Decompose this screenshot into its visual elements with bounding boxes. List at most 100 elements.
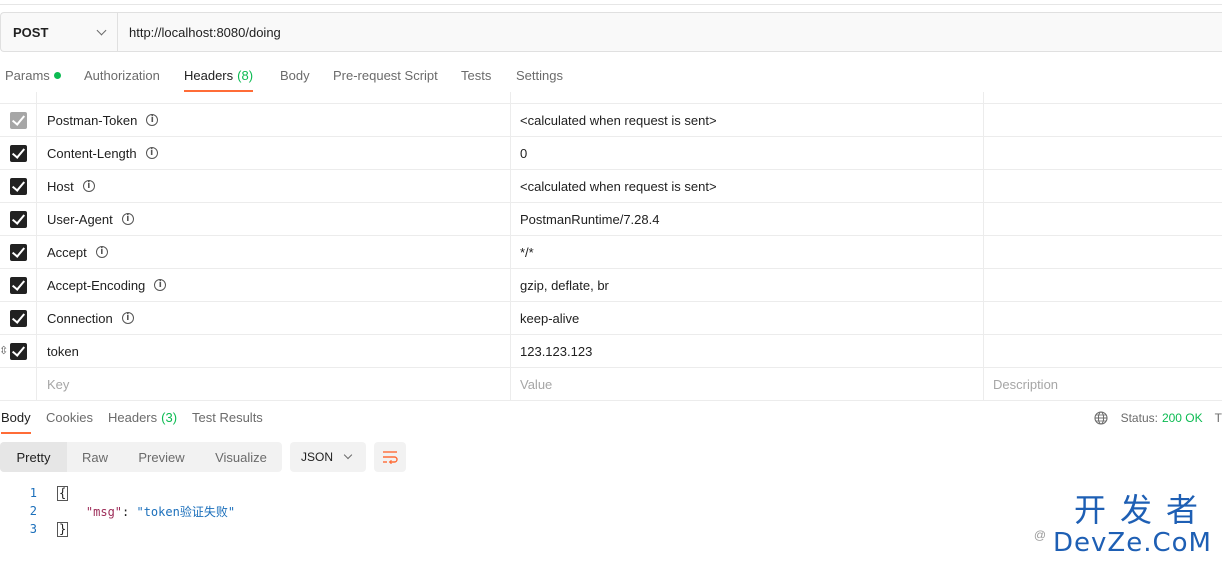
header-value: */* xyxy=(520,244,534,260)
info-icon[interactable]: i xyxy=(82,180,95,192)
row-checkbox[interactable] xyxy=(10,342,27,360)
table-row[interactable]: Accept i */* xyxy=(0,236,1222,269)
header-key-cell[interactable]: token xyxy=(37,335,511,367)
header-cell-key xyxy=(37,92,511,103)
tab-tests[interactable]: Tests xyxy=(461,62,491,92)
header-key-cell[interactable]: Accept i xyxy=(37,236,511,268)
tab-body[interactable]: Body xyxy=(280,62,310,92)
header-key-cell[interactable]: Connection i xyxy=(37,302,511,334)
tab-params[interactable]: Params xyxy=(5,62,61,92)
header-key: Connection xyxy=(47,310,113,326)
code-text: "msg": "token验证失败" xyxy=(57,503,235,520)
tab-label: Tests xyxy=(461,68,492,83)
view-tab-preview[interactable]: Preview xyxy=(123,442,200,472)
code-text: } xyxy=(57,521,69,537)
header-value-cell[interactable]: <calculated when request is sent> xyxy=(511,104,984,136)
header-description-cell[interactable] xyxy=(984,236,1222,268)
new-key-input[interactable]: Key xyxy=(37,368,511,400)
header-key: User-Agent xyxy=(47,211,113,227)
json-token: "msg" xyxy=(85,504,123,519)
view-tab-raw[interactable]: Raw xyxy=(67,442,123,472)
info-icon[interactable]: i xyxy=(145,147,158,159)
new-description-input[interactable]: Description xyxy=(984,368,1222,400)
table-row[interactable]: Host i <calculated when request is sent> xyxy=(0,170,1222,203)
url-input[interactable] xyxy=(118,13,1222,51)
info-icon[interactable]: i xyxy=(95,246,108,258)
response-tab-headers[interactable]: Headers (3) xyxy=(108,402,177,434)
response-tabs: Body Cookies Headers (3) Test Results xyxy=(0,402,1222,434)
header-key-cell[interactable]: User-Agent i xyxy=(37,203,511,235)
view-tab-pretty[interactable]: Pretty xyxy=(0,442,67,472)
wrap-lines-button[interactable] xyxy=(374,442,406,472)
header-description-cell[interactable] xyxy=(984,302,1222,334)
header-value-cell[interactable]: */* xyxy=(511,236,984,268)
response-tab-cookies[interactable]: Cookies xyxy=(46,402,93,434)
header-key-cell[interactable]: Postman-Token i xyxy=(37,104,511,136)
tab-headers[interactable]: Headers (8) xyxy=(184,62,254,92)
status-value[interactable]: 200 OK xyxy=(1162,411,1203,425)
response-tab-body[interactable]: Body xyxy=(1,402,31,434)
method-select[interactable]: POST xyxy=(1,13,118,51)
header-description-cell[interactable] xyxy=(984,203,1222,235)
header-key: Host xyxy=(47,178,74,194)
info-icon[interactable]: i xyxy=(154,279,167,291)
table-row[interactable]: Content-Length i 0 xyxy=(0,137,1222,170)
headers-table: Postman-Token i <calculated when request i… xyxy=(0,92,1222,401)
format-select[interactable]: JSON xyxy=(290,442,366,472)
header-key-cell[interactable]: Accept-Encoding i xyxy=(37,269,511,301)
header-description-cell[interactable] xyxy=(984,269,1222,301)
table-row[interactable]: Connection i keep-alive xyxy=(0,302,1222,335)
header-value-cell[interactable]: 0 xyxy=(511,137,984,169)
info-icon[interactable]: i xyxy=(146,114,159,126)
info-icon[interactable]: i xyxy=(121,312,134,324)
tab-authorization[interactable]: Authorization xyxy=(84,62,160,92)
header-description-cell[interactable] xyxy=(984,335,1222,367)
new-header-row[interactable]: Key Value Description xyxy=(0,368,1222,401)
table-row[interactable]: Postman-Token i <calculated when request i… xyxy=(0,104,1222,137)
row-checkbox[interactable] xyxy=(10,144,27,162)
tab-settings[interactable]: Settings xyxy=(516,62,563,92)
header-key-cell[interactable]: Host i xyxy=(37,170,511,202)
header-key: Content-Length xyxy=(47,145,137,161)
row-checkbox[interactable] xyxy=(10,309,27,327)
header-description-cell[interactable] xyxy=(984,104,1222,136)
row-checkbox-cell xyxy=(0,203,37,235)
header-description-cell[interactable] xyxy=(984,137,1222,169)
tab-pre-request-script[interactable]: Pre-request Script xyxy=(333,62,438,92)
header-key-cell[interactable]: Content-Length i xyxy=(37,137,511,169)
table-row[interactable]: ⇳ token 123.123.123 xyxy=(0,335,1222,368)
row-checkbox-cell xyxy=(0,269,37,301)
watermark-bottom: DevZe.CoM xyxy=(1053,528,1212,558)
tab-count: (3) xyxy=(161,410,178,425)
header-value-cell[interactable]: keep-alive xyxy=(511,302,984,334)
row-checkbox-cell: ⇳ xyxy=(0,335,37,367)
header-value-cell[interactable]: PostmanRuntime/7.28.4 xyxy=(511,203,984,235)
row-checkbox[interactable] xyxy=(10,276,27,294)
row-checkbox xyxy=(10,111,27,129)
response-tab-test-results[interactable]: Test Results xyxy=(192,402,263,434)
new-value-input[interactable]: Value xyxy=(511,368,984,400)
header-value-cell[interactable]: <calculated when request is sent> xyxy=(511,170,984,202)
table-row[interactable]: User-Agent i PostmanRuntime/7.28.4 xyxy=(0,203,1222,236)
request-bar: POST xyxy=(0,12,1222,52)
row-checkbox[interactable] xyxy=(10,210,27,228)
table-row[interactable]: Accept-Encoding i gzip, deflate, br xyxy=(0,269,1222,302)
view-tab-visualize[interactable]: Visualize xyxy=(200,442,282,472)
header-value: <calculated when request is sent> xyxy=(520,112,717,128)
header-key: token xyxy=(47,343,79,359)
header-cell-value xyxy=(511,92,984,103)
line-number: 1 xyxy=(29,486,37,500)
row-checkbox[interactable] xyxy=(10,243,27,261)
row-checkbox[interactable] xyxy=(10,177,27,195)
format-label: JSON xyxy=(301,450,334,464)
row-checkbox-cell xyxy=(0,170,37,202)
drag-handle-icon[interactable]: ⇳ xyxy=(0,344,8,358)
chevron-down-icon xyxy=(96,25,107,35)
globe-icon[interactable] xyxy=(1094,411,1108,425)
header-description-cell[interactable] xyxy=(984,170,1222,202)
info-icon[interactable]: i xyxy=(121,213,134,225)
response-body-code[interactable]: 1{2 "msg": "token验证失败" 3} xyxy=(0,484,700,538)
header-value-cell[interactable]: gzip, deflate, br xyxy=(511,269,984,301)
header-value-cell[interactable]: 123.123.123 xyxy=(511,335,984,367)
json-brace: { xyxy=(57,485,69,501)
